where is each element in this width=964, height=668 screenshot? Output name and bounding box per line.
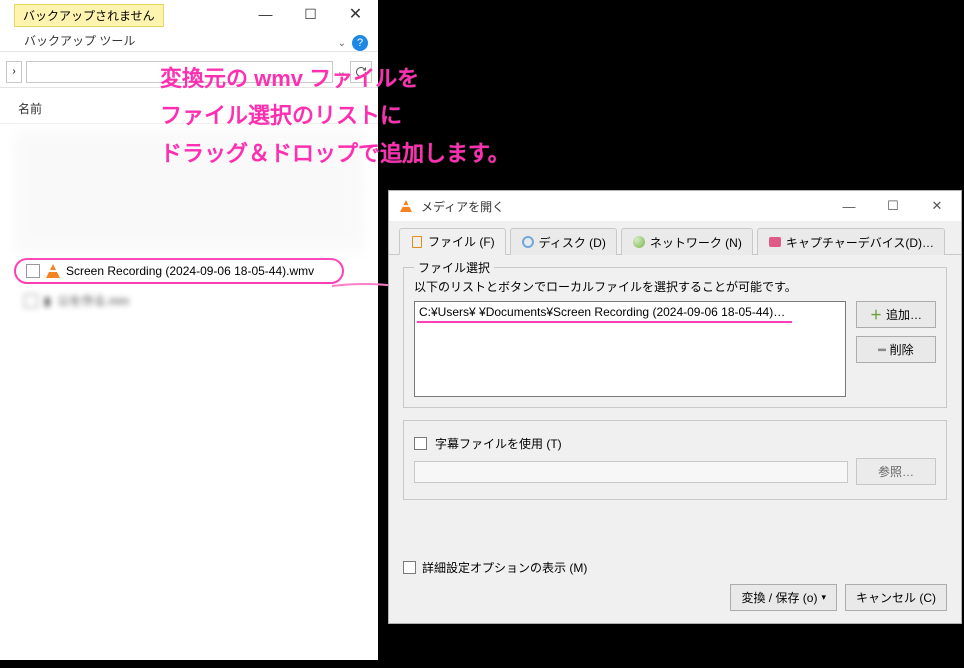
maximize-icon[interactable]: ☐ <box>288 0 333 28</box>
cancel-button[interactable]: キャンセル (C) <box>845 584 947 611</box>
explorer-titlebar: バックアップされません — ☐ ✕ <box>0 0 378 30</box>
blurred-files-placeholder <box>14 130 364 250</box>
address-bar: › ⌄ <box>0 56 378 88</box>
close-icon[interactable]: ✕ <box>915 192 959 220</box>
file-name-label: 公を作る.mm <box>58 292 129 309</box>
advanced-options-checkbox[interactable] <box>403 561 416 574</box>
tab-label: ディスク (D) <box>539 234 606 251</box>
ribbon-warning-badge: バックアップされません <box>14 4 164 27</box>
address-path[interactable] <box>26 61 333 83</box>
file-explorer-window: バックアップされません — ☐ ✕ バックアップ ツール ⌄ ? › ⌄ 名前 … <box>0 0 378 660</box>
file-listbox[interactable]: C:¥Users¥ ¥Documents¥Screen Recording (2… <box>414 301 846 397</box>
annotation-underline <box>417 321 792 323</box>
tab-file[interactable]: ファイル (F) <box>399 228 506 255</box>
group-title: ファイル選択 <box>414 259 494 276</box>
vlc-open-media-dialog: メディアを開く — ☐ ✕ ファイル (F) ディスク (D) ネットワーク (… <box>388 190 962 624</box>
file-icon <box>410 235 424 249</box>
file-hint-text: 以下のリストとボタンでローカルファイルを選択することが可能です。 <box>414 278 936 295</box>
file-item-selected[interactable]: Screen Recording (2024-09-06 18-05-44).w… <box>14 258 344 284</box>
checkbox-icon[interactable] <box>26 264 40 278</box>
globe-icon <box>632 235 646 249</box>
tab-capture[interactable]: キャプチャーデバイス(D)… <box>757 228 945 255</box>
dialog-footer: 詳細設定オプションの表示 (M) 変換 / 保存 (o)▾ キャンセル (C) <box>403 559 947 611</box>
breadcrumb-last[interactable]: › <box>6 61 22 83</box>
dialog-titlebar: メディアを開く — ☐ ✕ <box>389 191 961 221</box>
disc-icon <box>521 235 535 249</box>
advanced-options-label: 詳細設定オプションの表示 (M) <box>422 559 587 576</box>
chevron-down-icon[interactable]: ⌄ <box>338 38 346 49</box>
browse-subtitle-button: 参照… <box>856 458 936 485</box>
remove-file-button[interactable]: ━削除 <box>856 336 936 363</box>
minus-icon: ━ <box>878 343 885 357</box>
subtitle-checkbox[interactable] <box>414 437 427 450</box>
capture-icon <box>768 235 782 249</box>
checkbox-icon[interactable] <box>24 294 38 308</box>
plus-icon: ＋ <box>870 306 882 323</box>
tab-disc[interactable]: ディスク (D) <box>510 228 617 255</box>
column-header-name[interactable]: 名前 <box>0 94 378 124</box>
ribbon-tab-backup-tools[interactable]: バックアップ ツール <box>16 30 143 51</box>
tab-label: ファイル (F) <box>428 233 495 250</box>
ribbon-tabs: バックアップ ツール ⌄ ? <box>0 30 378 52</box>
file-item[interactable]: ▮ 公を作る.mm <box>14 288 364 313</box>
file-path-label: C:¥Users¥ ¥Documents¥Screen Recording (2… <box>419 305 785 319</box>
chevron-down-icon[interactable]: ⌄ <box>337 65 346 78</box>
media-source-tabs: ファイル (F) ディスク (D) ネットワーク (N) キャプチャーデバイス(… <box>389 221 961 255</box>
file-selection-group: ファイル選択 以下のリストとボタンでローカルファイルを選択することが可能です。 … <box>403 267 947 408</box>
file-list-entry[interactable]: C:¥Users¥ ¥Documents¥Screen Recording (2… <box>417 304 843 320</box>
vlc-cone-icon <box>400 200 412 212</box>
refresh-icon[interactable] <box>350 61 372 83</box>
add-file-button[interactable]: ＋追加… <box>856 301 936 328</box>
minimize-icon[interactable]: — <box>243 0 288 28</box>
convert-save-button[interactable]: 変換 / 保存 (o)▾ <box>730 584 837 611</box>
dropdown-caret-icon: ▾ <box>821 592 826 603</box>
help-icon[interactable]: ? <box>352 35 368 51</box>
file-name-label: Screen Recording (2024-09-06 18-05-44).w… <box>66 264 314 278</box>
vlc-cone-icon <box>46 264 60 278</box>
window-buttons: — ☐ ✕ <box>243 0 378 28</box>
minimize-icon[interactable]: — <box>827 192 871 220</box>
tab-network[interactable]: ネットワーク (N) <box>621 228 753 255</box>
subtitle-check-label: 字幕ファイルを使用 (T) <box>435 435 562 452</box>
close-icon[interactable]: ✕ <box>333 0 378 28</box>
subtitle-path-input <box>414 461 848 483</box>
subtitle-group: 字幕ファイルを使用 (T) 参照… <box>403 420 947 500</box>
tab-label: ネットワーク (N) <box>650 234 742 251</box>
file-list: Screen Recording (2024-09-06 18-05-44).w… <box>0 124 378 313</box>
dialog-title: メディアを開く <box>421 198 504 215</box>
tab-label: キャプチャーデバイス(D)… <box>786 234 934 251</box>
maximize-icon[interactable]: ☐ <box>871 192 915 220</box>
